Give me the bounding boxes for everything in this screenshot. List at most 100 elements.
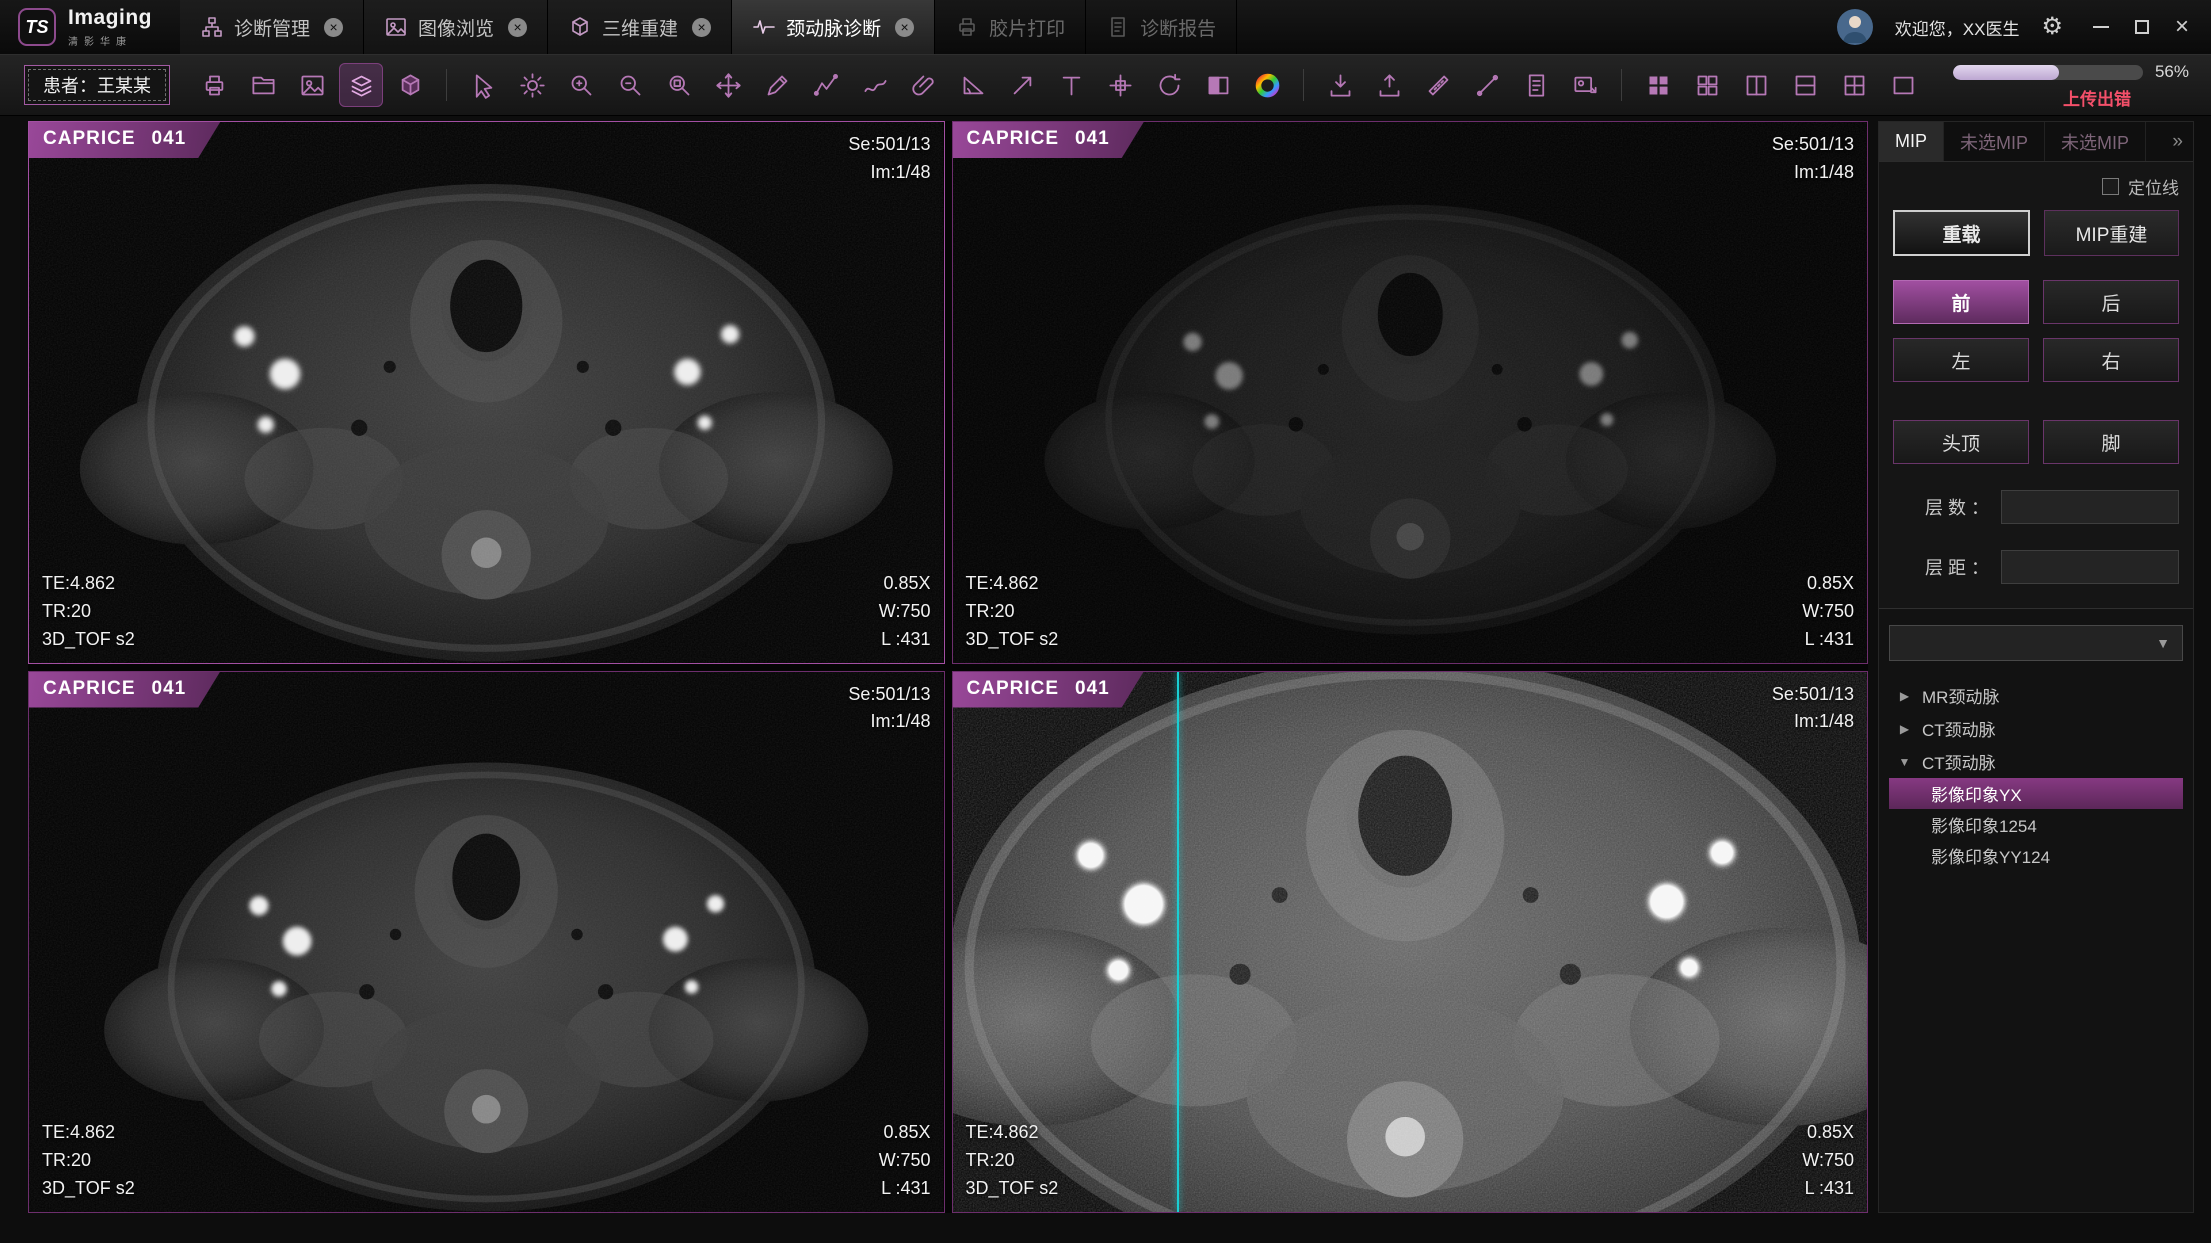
maximize-button[interactable] (2135, 20, 2149, 34)
layers-tool-button[interactable] (339, 63, 383, 107)
tab-film-print[interactable]: 胶片打印 (935, 0, 1086, 54)
upload-error-text[interactable]: 上传出错 (2063, 85, 2131, 110)
viewport-top-right[interactable]: CAPRICE 041 Se:501/13Im:1/48 TE:4.862TR:… (952, 121, 1869, 664)
tab-3d-reconstruction[interactable]: 三维重建 × (548, 0, 732, 54)
text-annotation-button[interactable] (1049, 63, 1093, 107)
freehand-button[interactable] (853, 63, 897, 107)
tab-close-icon[interactable]: × (508, 18, 527, 37)
nav-tabbar: 诊断管理 × 图像浏览 × 三维重建 × 颈动脉诊断 × 胶片打印 (180, 0, 1237, 54)
draw-line-button[interactable] (755, 63, 799, 107)
import-button[interactable] (1318, 63, 1362, 107)
upload-progress-percent: 56% (2155, 62, 2189, 82)
tree-node-ct-carotid-2[interactable]: ▼ CT颈动脉 (1889, 745, 2183, 778)
tree-item-impression-1254[interactable]: 影像印象1254 (1889, 809, 2183, 840)
layer-count-label: 层 数 ： (1925, 494, 1989, 520)
tab-label: 胶片打印 (989, 14, 1065, 41)
direction-head-button[interactable]: 头顶 (1893, 420, 2029, 464)
tab-diagnosis-manage[interactable]: 诊断管理 × (180, 0, 364, 54)
tab-close-icon[interactable]: × (895, 18, 914, 37)
window-controls: × (2093, 15, 2189, 39)
crosshair-button[interactable] (1098, 63, 1142, 107)
tab-image-browse[interactable]: 图像浏览 × (364, 0, 548, 54)
upload-status: 56% 上传出错 (1935, 60, 2197, 110)
tab-unselected-mip-1[interactable]: 未选MIP (1944, 122, 2045, 161)
layout-2x2-button[interactable] (1636, 63, 1680, 107)
layout-grid-button[interactable] (1685, 63, 1729, 107)
print-tool-button[interactable] (192, 63, 236, 107)
viewport-bottom-left[interactable]: CAPRICE 041 Se:501/13Im:1/48 TE:4.862TR:… (28, 671, 945, 1214)
overlay-series-info: Se:501/13Im:1/48 (1772, 681, 1854, 737)
gallery-button[interactable] (290, 63, 334, 107)
overlay-acquisition-info: TE:4.862TR:203D_TOF s2 (42, 570, 135, 654)
tab-diagnosis-report[interactable]: 诊断报告 (1086, 0, 1237, 54)
export-button[interactable] (1367, 63, 1411, 107)
tab-close-icon[interactable]: × (692, 18, 711, 37)
viewport-top-left[interactable]: CAPRICE 041 Se:501/13Im:1/48 TE:4.862TR:… (28, 121, 945, 664)
tab-carotid-diagnosis[interactable]: 颈动脉诊断 × (732, 0, 935, 54)
attach-tool-button[interactable] (902, 63, 946, 107)
draw-polyline-button[interactable] (804, 63, 848, 107)
tree-node-ct-carotid-1[interactable]: ▶ CT颈动脉 (1889, 712, 2183, 745)
zoom-in-button[interactable] (559, 63, 603, 107)
app-name: Imaging (68, 6, 152, 30)
series-tree: ▶ MR颈动脉 ▶ CT颈动脉 ▼ CT颈动脉 影像印象YX 影像印象1254 … (1889, 679, 2183, 871)
snapshot-button[interactable] (1563, 63, 1607, 107)
tree-node-mr-carotid[interactable]: ▶ MR颈动脉 (1889, 679, 2183, 712)
close-button[interactable]: × (2175, 15, 2189, 39)
series-number: 041 (1075, 128, 1110, 150)
layer-gap-input[interactable] (2001, 550, 2179, 584)
checkbox-icon[interactable] (2102, 178, 2119, 195)
ruler-button[interactable] (1416, 63, 1460, 107)
minimize-button[interactable] (2093, 26, 2109, 28)
pseudocolor-button[interactable] (1245, 63, 1289, 107)
angle-icon (960, 72, 987, 99)
tree-item-impression-yy124[interactable]: 影像印象YY124 (1889, 840, 2183, 871)
distance-measure-button[interactable] (1465, 63, 1509, 107)
window-level-button[interactable] (510, 63, 554, 107)
direction-right-button[interactable]: 右 (2043, 338, 2179, 382)
patient-name-box[interactable]: 患者：王某某 (24, 65, 170, 105)
reload-button[interactable]: 重载 (1893, 210, 2030, 256)
tree-collapsed-icon[interactable]: ▶ (1897, 689, 1912, 703)
angle-measure-button[interactable] (951, 63, 995, 107)
layout-vsplit-icon (1743, 72, 1770, 99)
direction-left-button[interactable]: 左 (1893, 338, 2029, 382)
layout-hsplit-button[interactable] (1783, 63, 1827, 107)
layout-single-button[interactable] (1881, 63, 1925, 107)
tab-mip[interactable]: MIP (1879, 122, 1944, 161)
notes-button[interactable] (1514, 63, 1558, 107)
open-folder-button[interactable] (241, 63, 285, 107)
direction-front-button[interactable]: 前 (1893, 280, 2029, 324)
paperclip-icon (911, 72, 938, 99)
mip-rebuild-button[interactable]: MIP重建 (2044, 210, 2179, 256)
invert-button[interactable] (1196, 63, 1240, 107)
cursor-tool-button[interactable] (461, 63, 505, 107)
series-badge: CAPRICE 041 (953, 672, 1144, 708)
direction-back-button[interactable]: 后 (2043, 280, 2179, 324)
viewport-bottom-right[interactable]: CAPRICE 041 Se:501/13Im:1/48 TE:4.862TR:… (952, 671, 1869, 1214)
pan-tool-button[interactable] (706, 63, 750, 107)
tab-close-icon[interactable]: × (324, 18, 343, 37)
tree-expanded-icon[interactable]: ▼ (1897, 755, 1912, 769)
rotate-button[interactable] (1147, 63, 1191, 107)
layer-count-input[interactable] (2001, 490, 2179, 524)
tab-label: 诊断报告 (1140, 14, 1216, 41)
zoom-out-button[interactable] (608, 63, 652, 107)
direction-foot-button[interactable]: 脚 (2043, 420, 2179, 464)
impression-dropdown[interactable]: ▼ (1889, 625, 2183, 661)
arrow-annotation-button[interactable] (1000, 63, 1044, 107)
mri-image (953, 672, 1868, 1213)
cube-3d-button[interactable] (388, 63, 432, 107)
tree-collapsed-icon[interactable]: ▶ (1897, 722, 1912, 736)
rotate-icon (1156, 72, 1183, 99)
locator-line-toggle[interactable]: 定位线 (1893, 170, 2179, 202)
layout-vsplit-button[interactable] (1734, 63, 1778, 107)
tab-unselected-mip-2[interactable]: 未选MIP (2045, 122, 2146, 161)
magnify-region-button[interactable] (657, 63, 701, 107)
layout-table-button[interactable] (1832, 63, 1876, 107)
avatar[interactable] (1837, 9, 1873, 45)
settings-gear-icon[interactable]: ⚙ (2041, 15, 2063, 39)
tree-item-impression-yx[interactable]: 影像印象YX (1889, 778, 2183, 809)
tab-overflow-chevron-icon[interactable]: » (2162, 122, 2193, 161)
reference-line[interactable] (1177, 672, 1179, 1213)
